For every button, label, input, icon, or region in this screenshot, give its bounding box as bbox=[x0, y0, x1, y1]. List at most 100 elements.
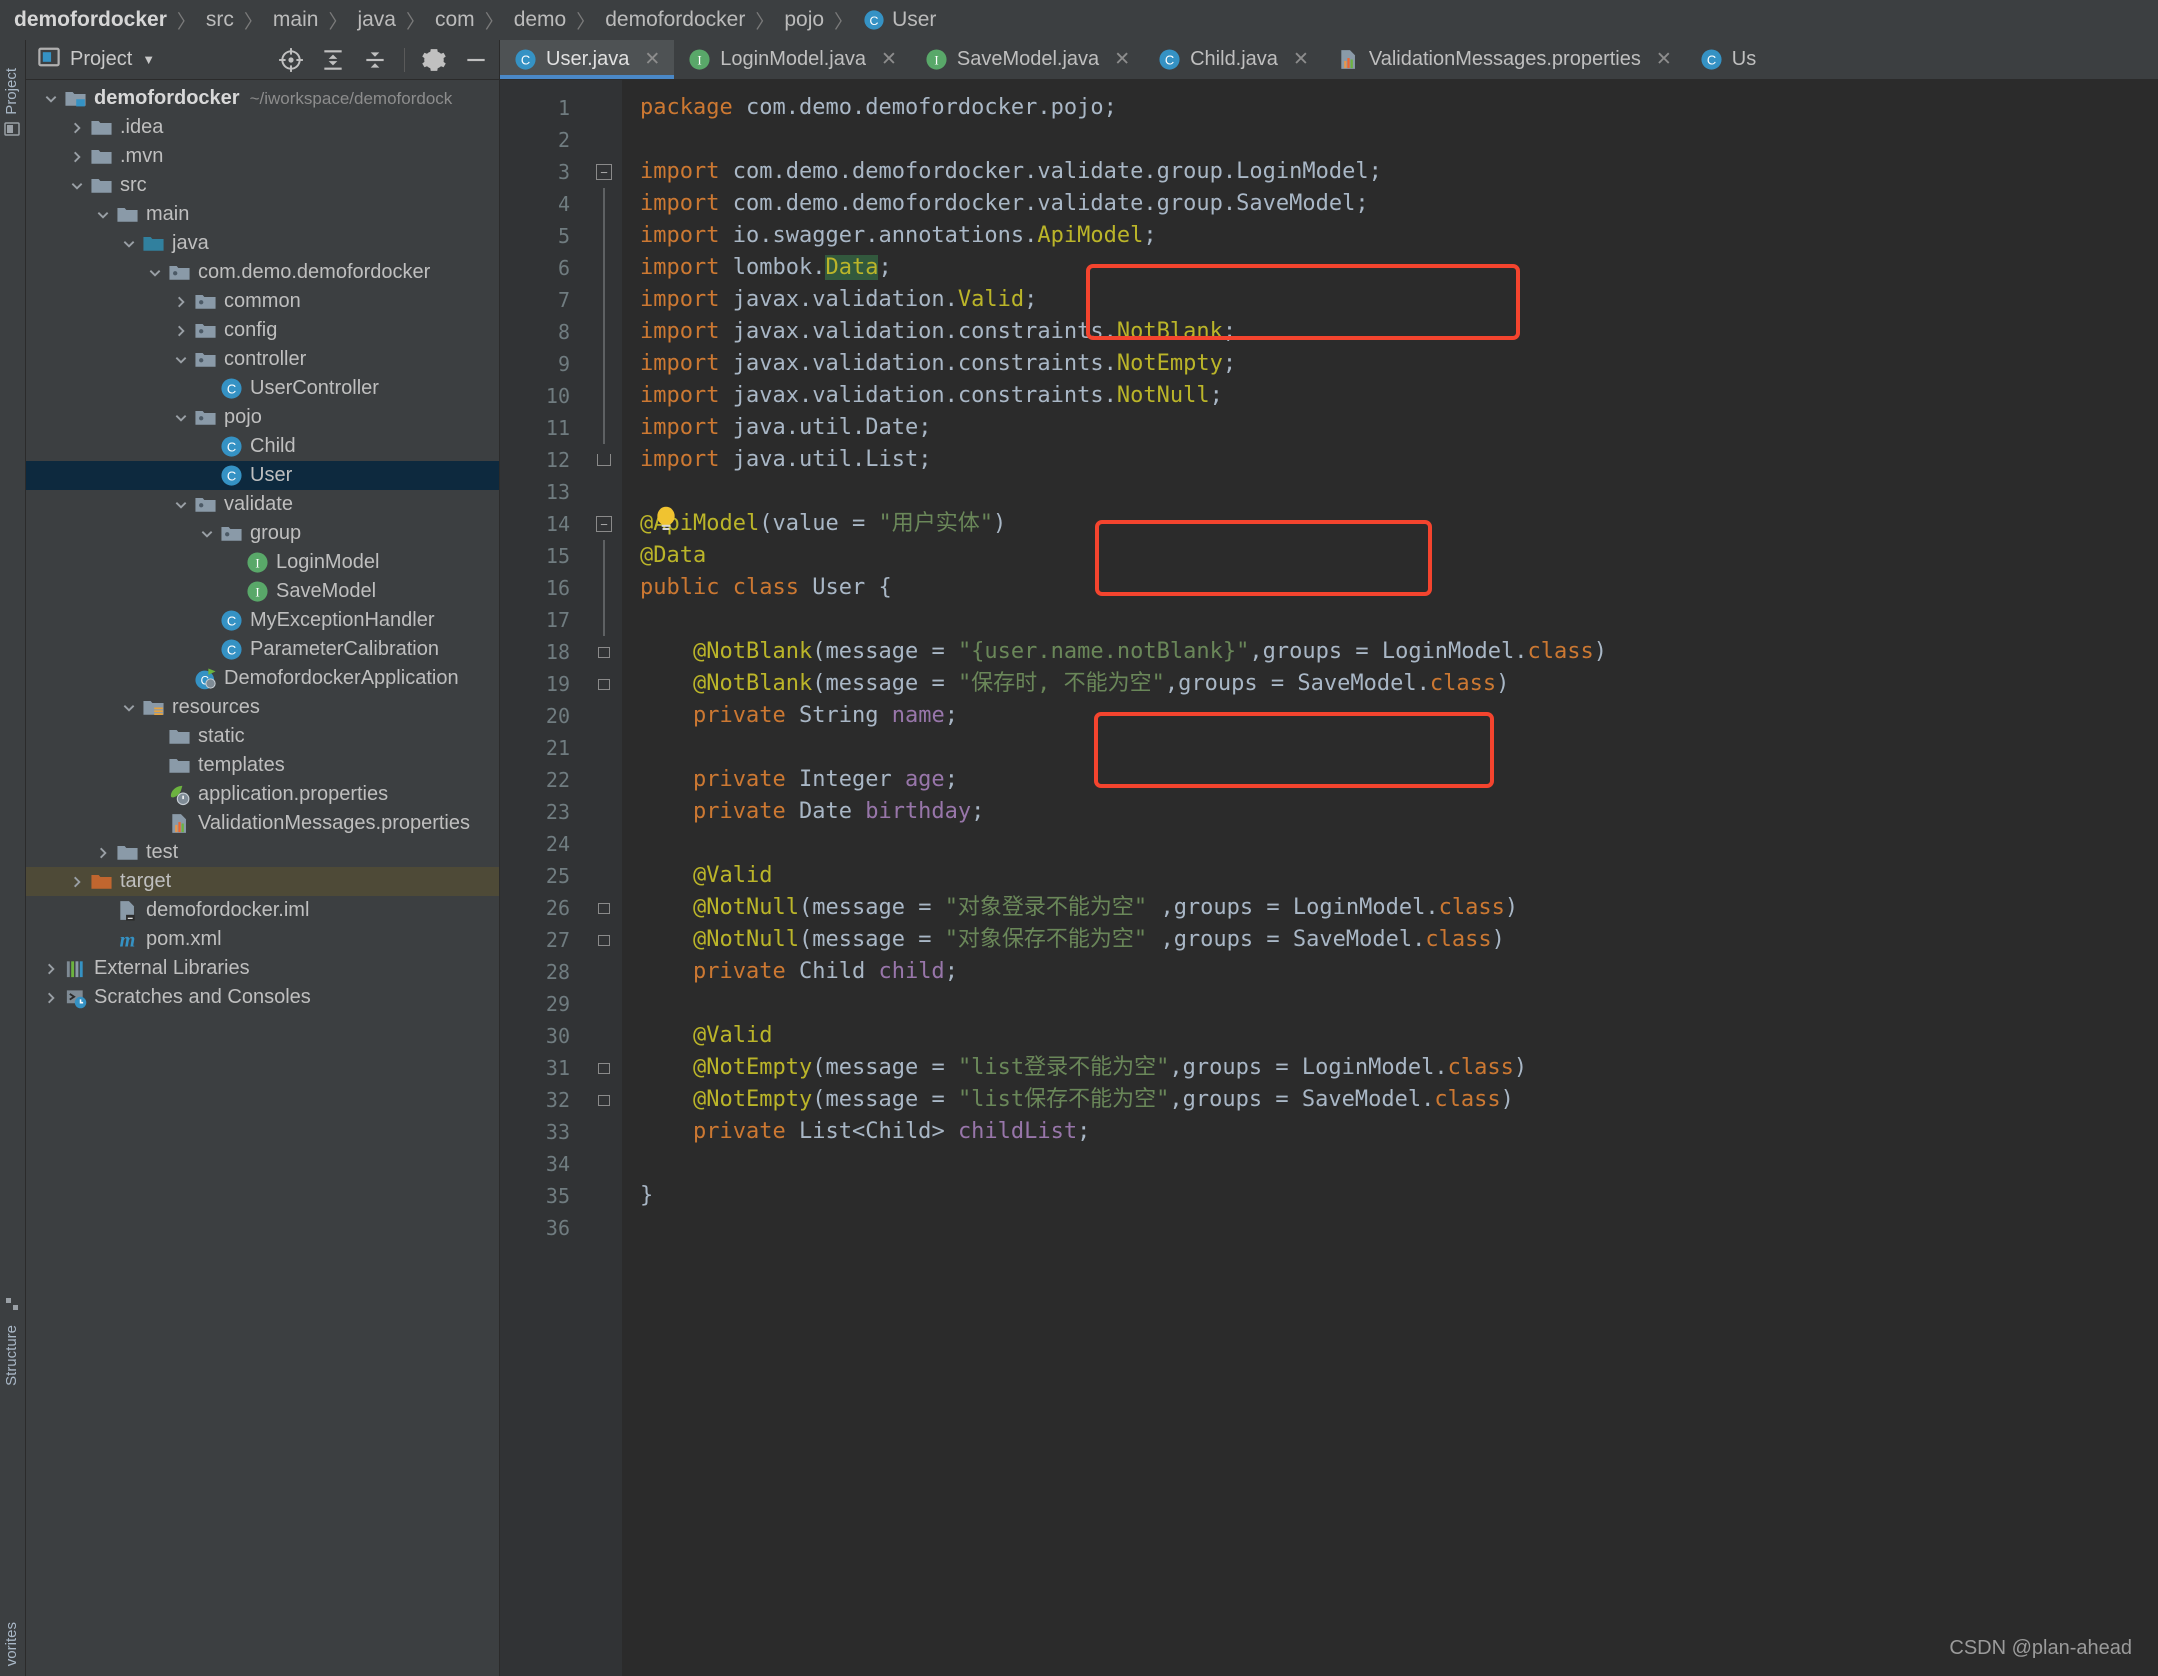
tree-item-usercontroller[interactable]: C UserController bbox=[26, 374, 499, 403]
fold-row[interactable]: − bbox=[586, 156, 622, 188]
tree-item-config[interactable]: config bbox=[26, 316, 499, 345]
chevron-down-icon[interactable] bbox=[196, 527, 218, 541]
tree-item-com-demo-demofordocker[interactable]: com.demo.demofordocker bbox=[26, 258, 499, 287]
fold-row[interactable] bbox=[586, 668, 622, 700]
chevron-right-icon[interactable] bbox=[170, 324, 192, 338]
chevron-down-icon[interactable] bbox=[118, 237, 140, 251]
tree-item-java[interactable]: java bbox=[26, 229, 499, 258]
tree-item--mvn[interactable]: .mvn bbox=[26, 142, 499, 171]
fold-sub-icon[interactable] bbox=[598, 678, 610, 690]
tool-window-button-structure[interactable]: Structure bbox=[3, 1296, 20, 1386]
tree-item-demofordockerapplication[interactable]: C DemofordockerApplication bbox=[26, 664, 499, 693]
hide-icon[interactable] bbox=[463, 47, 489, 73]
tree-item-savemodel[interactable]: I SaveModel bbox=[26, 577, 499, 606]
fold-row[interactable] bbox=[586, 444, 622, 476]
chevron-down-icon[interactable] bbox=[92, 208, 114, 222]
breadcrumb-item-java[interactable]: java bbox=[357, 8, 396, 32]
fold-row[interactable] bbox=[586, 636, 622, 668]
collapse-all-icon[interactable] bbox=[362, 47, 388, 73]
chevron-right-icon[interactable] bbox=[92, 846, 114, 860]
tree-item-pom-xml[interactable]: m pom.xml bbox=[26, 925, 499, 954]
breadcrumb-item-com[interactable]: com bbox=[435, 8, 475, 32]
intention-bulb-icon[interactable] bbox=[654, 506, 676, 530]
tree-item-parametercalibration[interactable]: C ParameterCalibration bbox=[26, 635, 499, 664]
close-icon[interactable]: ✕ bbox=[644, 48, 660, 71]
chevron-right-icon[interactable] bbox=[66, 150, 88, 164]
expand-all-icon[interactable] bbox=[320, 47, 346, 73]
breadcrumb-item-user[interactable]: C User bbox=[863, 8, 936, 32]
tree-item-pojo[interactable]: pojo bbox=[26, 403, 499, 432]
tree-item-demofordocker[interactable]: demofordocker ~/iworkspace/demofordock bbox=[26, 84, 499, 113]
fold-collapse-icon[interactable]: − bbox=[596, 516, 612, 532]
tree-item-validate[interactable]: validate bbox=[26, 490, 499, 519]
chevron-right-icon[interactable] bbox=[66, 121, 88, 135]
breadcrumb-item-main[interactable]: main bbox=[273, 8, 319, 32]
tree-item-controller[interactable]: controller bbox=[26, 345, 499, 374]
breadcrumb-item-pojo[interactable]: pojo bbox=[784, 8, 824, 32]
breadcrumb-item-demo[interactable]: demo bbox=[514, 8, 567, 32]
editor-tab-user-java[interactable]: C User.java ✕ bbox=[500, 40, 675, 79]
editor-tab-child-java[interactable]: C Child.java ✕ bbox=[1144, 40, 1323, 79]
chevron-down-icon[interactable] bbox=[170, 498, 192, 512]
tree-item-child[interactable]: C Child bbox=[26, 432, 499, 461]
fold-sub-icon[interactable] bbox=[598, 1062, 610, 1074]
breadcrumb-item-demofordocker[interactable]: demofordocker bbox=[14, 8, 167, 32]
tree-item-loginmodel[interactable]: I LoginModel bbox=[26, 548, 499, 577]
chevron-down-icon[interactable] bbox=[170, 411, 192, 425]
breadcrumb-item-demofordocker[interactable]: demofordocker bbox=[605, 8, 745, 32]
close-icon[interactable]: ✕ bbox=[881, 48, 897, 71]
chevron-down-icon[interactable] bbox=[40, 92, 62, 106]
tree-item-scratches-and-consoles[interactable]: Scratches and Consoles bbox=[26, 983, 499, 1012]
tree-item-target[interactable]: target bbox=[26, 867, 499, 896]
fold-row[interactable] bbox=[586, 1052, 622, 1084]
fold-sub-icon[interactable] bbox=[598, 1094, 610, 1106]
chevron-down-icon[interactable] bbox=[144, 266, 166, 280]
code-folding-column[interactable]: − − bbox=[586, 80, 622, 1676]
fold-row[interactable] bbox=[586, 892, 622, 924]
fold-collapse-icon[interactable]: − bbox=[596, 164, 612, 180]
tree-item-main[interactable]: main bbox=[26, 200, 499, 229]
chevron-right-icon[interactable] bbox=[40, 962, 62, 976]
tree-item-myexceptionhandler[interactable]: C MyExceptionHandler bbox=[26, 606, 499, 635]
close-icon[interactable]: ✕ bbox=[1114, 48, 1130, 71]
chevron-down-icon[interactable] bbox=[118, 701, 140, 715]
editor-tab-bar[interactable]: C User.java ✕ I LoginModel.java ✕ I SaveModel.j… bbox=[500, 40, 2158, 80]
chevron-right-icon[interactable] bbox=[40, 991, 62, 1005]
fold-sub-icon[interactable] bbox=[598, 646, 610, 658]
project-tree[interactable]: demofordocker ~/iworkspace/demofordock .id… bbox=[26, 80, 499, 1676]
tree-item-validationmessages-properties[interactable]: ValidationMessages.properties bbox=[26, 809, 499, 838]
chevron-right-icon[interactable] bbox=[170, 295, 192, 309]
tree-item--idea[interactable]: .idea bbox=[26, 113, 499, 142]
tool-window-button-project[interactable]: Project bbox=[3, 68, 20, 142]
chevron-down-icon[interactable] bbox=[66, 179, 88, 193]
tree-item-static[interactable]: static bbox=[26, 722, 499, 751]
tree-item-application-properties[interactable]: application.properties bbox=[26, 780, 499, 809]
chevron-down-icon[interactable]: ▼ bbox=[142, 52, 155, 67]
breadcrumb-item-src[interactable]: src bbox=[206, 8, 234, 32]
fold-sub-icon[interactable] bbox=[598, 934, 610, 946]
tree-item-demofordocker-iml[interactable]: demofordocker.iml bbox=[26, 896, 499, 925]
tree-item-src[interactable]: src bbox=[26, 171, 499, 200]
tree-item-group[interactable]: group bbox=[26, 519, 499, 548]
close-icon[interactable]: ✕ bbox=[1656, 48, 1672, 71]
tool-window-button-favorites[interactable]: vorites bbox=[3, 1622, 20, 1666]
tree-item-user[interactable]: C User bbox=[26, 461, 499, 490]
tree-item-resources[interactable]: resources bbox=[26, 693, 499, 722]
tree-item-templates[interactable]: templates bbox=[26, 751, 499, 780]
chevron-down-icon[interactable] bbox=[170, 353, 192, 367]
chevron-right-icon[interactable] bbox=[66, 875, 88, 889]
tree-item-external-libraries[interactable]: External Libraries bbox=[26, 954, 499, 983]
fold-row[interactable]: − bbox=[586, 508, 622, 540]
fold-row[interactable] bbox=[586, 924, 622, 956]
editor-tab-loginmodel-java[interactable]: I LoginModel.java ✕ bbox=[674, 40, 911, 79]
editor-tab-validationmessages-properties[interactable]: ValidationMessages.properties ✕ bbox=[1323, 40, 1686, 79]
close-icon[interactable]: ✕ bbox=[1293, 48, 1309, 71]
editor-tab-savemodel-java[interactable]: I SaveModel.java ✕ bbox=[911, 40, 1144, 79]
gear-icon[interactable] bbox=[421, 47, 447, 73]
tree-item-test[interactable]: test bbox=[26, 838, 499, 867]
fold-sub-icon[interactable] bbox=[598, 902, 610, 914]
editor-tab-us[interactable]: C Us bbox=[1686, 40, 1770, 79]
locate-icon[interactable] bbox=[278, 47, 304, 73]
fold-region-end-icon[interactable] bbox=[597, 454, 611, 466]
code-content[interactable]: package com.demo.demofordocker.pojo; imp… bbox=[622, 80, 2158, 1676]
